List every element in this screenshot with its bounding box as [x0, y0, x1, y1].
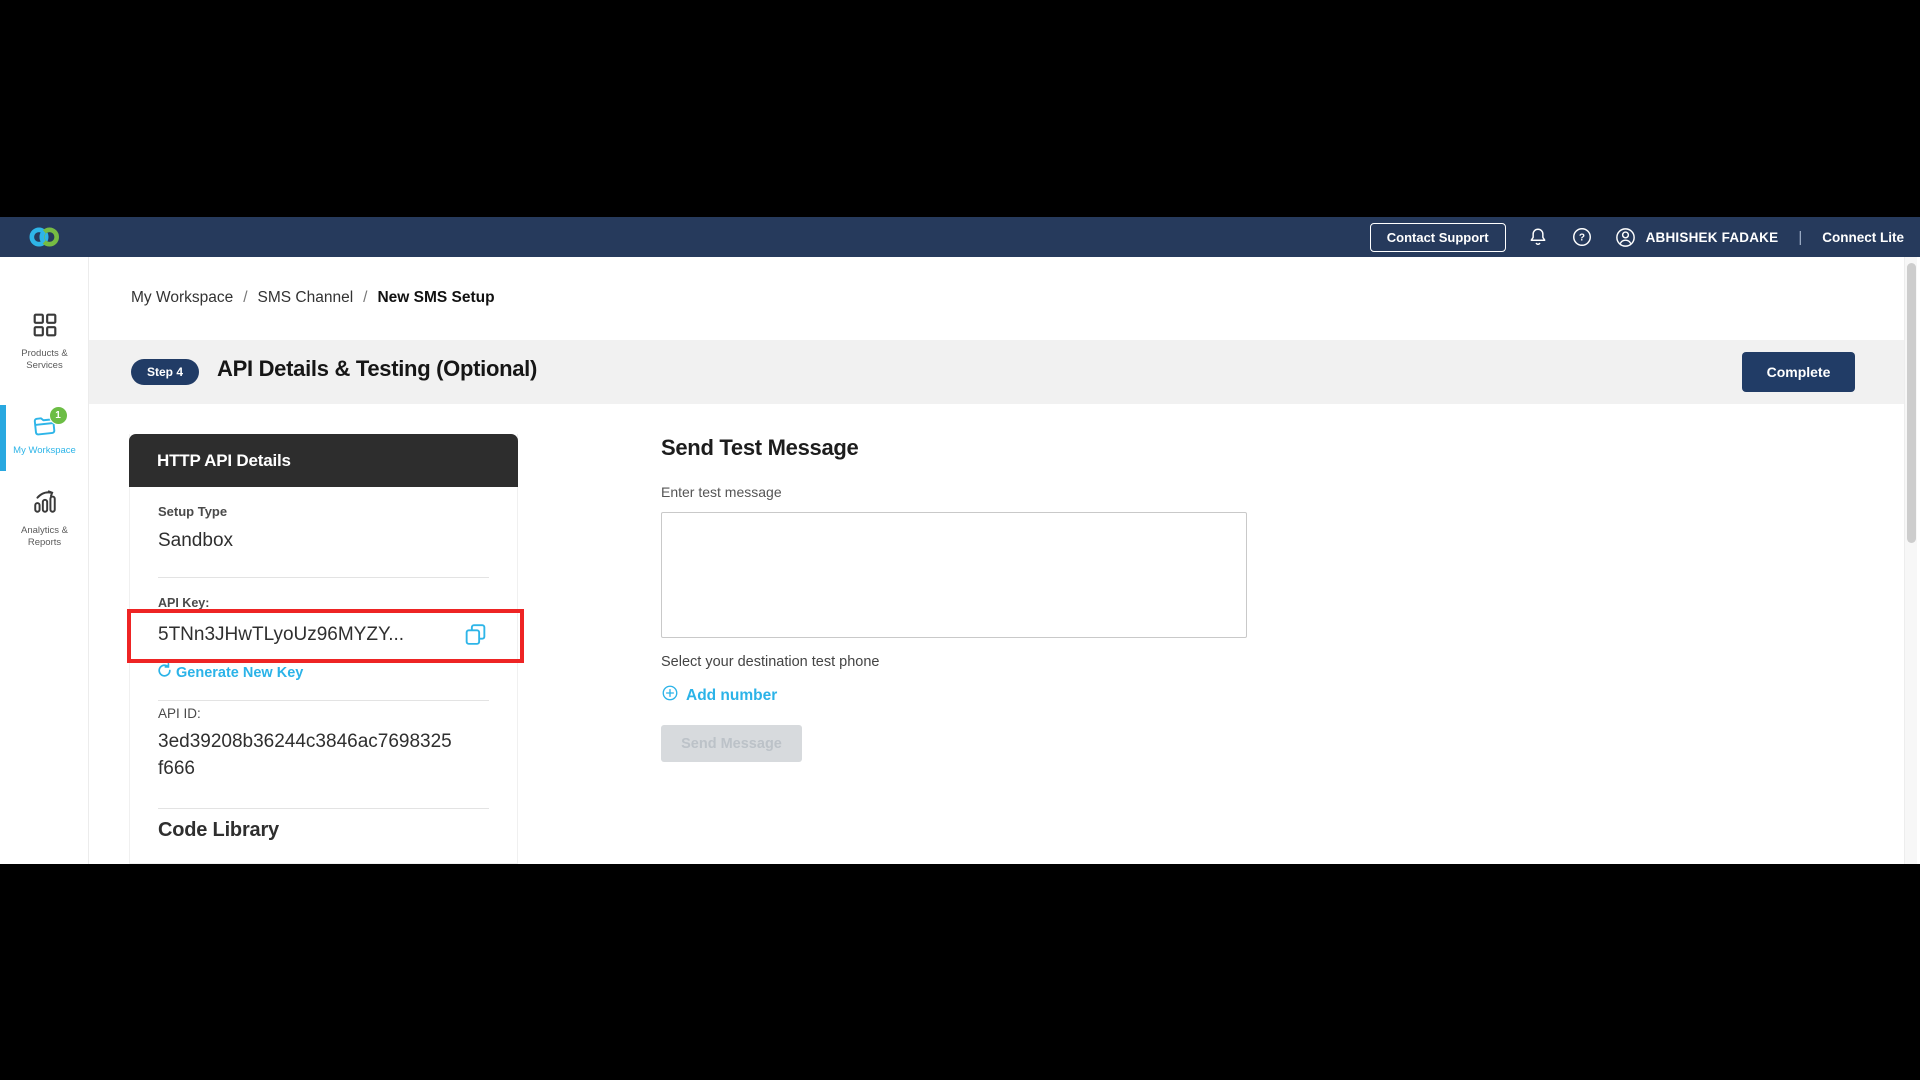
user-avatar-icon [1614, 225, 1638, 249]
breadcrumb-separator: / [243, 289, 247, 307]
sidebar-item-label: Products & Services [8, 348, 82, 372]
code-library-heading: Code Library [158, 819, 279, 842]
destination-phone-label: Select your destination test phone [661, 654, 879, 670]
http-api-details-panel: HTTP API Details Setup Type Sandbox API … [129, 434, 518, 864]
help-icon[interactable]: ? [1570, 225, 1594, 249]
vertical-scrollbar[interactable] [1904, 257, 1917, 864]
page-title: API Details & Testing (Optional) [217, 356, 537, 382]
setup-type-value: Sandbox [158, 530, 233, 552]
workspace-count-badge: 1 [49, 406, 68, 425]
breadcrumb-separator: / [363, 289, 367, 307]
setup-type-label: Setup Type [158, 504, 227, 519]
sidebar-item-products-services[interactable]: Products & Services [0, 312, 89, 372]
left-sidebar: Products & Services 1 My Workspace [0, 257, 89, 864]
generate-new-key-link[interactable]: Generate New Key [156, 662, 303, 684]
plus-circle-icon [661, 684, 679, 707]
panel-title: HTTP API Details [157, 451, 291, 471]
complete-button[interactable]: Complete [1742, 352, 1855, 392]
divider [158, 808, 489, 809]
contact-support-button[interactable]: Contact Support [1370, 223, 1506, 252]
sidebar-item-label: My Workspace [8, 445, 82, 457]
bar-chart-icon [32, 489, 58, 520]
app-window: Contact Support ? [0, 217, 1920, 864]
refresh-icon [156, 662, 173, 684]
breadcrumb-my-workspace[interactable]: My Workspace [131, 289, 233, 307]
test-message-input[interactable] [661, 512, 1247, 638]
api-key-value: 5TNn3JHwTLyoUz96MYZY... [158, 624, 404, 646]
breadcrumb-sms-channel[interactable]: SMS Channel [258, 289, 354, 307]
generate-new-key-label: Generate New Key [176, 665, 303, 681]
scrollbar-thumb[interactable] [1907, 263, 1916, 543]
test-message-label: Enter test message [661, 484, 782, 500]
breadcrumb: My Workspace / SMS Channel / New SMS Set… [131, 289, 495, 307]
grid-icon [32, 312, 58, 343]
api-key-label: API Key: [158, 596, 209, 610]
add-number-label: Add number [686, 687, 777, 705]
brand-logo-icon[interactable] [26, 225, 62, 249]
api-id-label: API ID: [158, 706, 201, 721]
top-navbar: Contact Support ? [0, 217, 1920, 257]
add-number-link[interactable]: Add number [661, 684, 777, 707]
user-name: ABHISHEK FADAKE [1646, 230, 1779, 245]
navbar-divider: | [1798, 229, 1802, 246]
api-key-row: 5TNn3JHwTLyoUz96MYZY... [158, 622, 488, 647]
svg-text:?: ? [1578, 233, 1584, 244]
panel-header: HTTP API Details [129, 434, 518, 487]
sidebar-item-label: Analytics & Reports [8, 525, 82, 549]
step-banner: Step 4 API Details & Testing (Optional) … [89, 340, 1905, 404]
divider [158, 577, 489, 578]
send-test-message-title: Send Test Message [661, 435, 858, 461]
user-account[interactable]: ABHISHEK FADAKE [1614, 225, 1779, 249]
notification-bell-icon[interactable] [1526, 225, 1550, 249]
product-name: Connect Lite [1822, 230, 1904, 245]
copy-api-key-icon[interactable] [463, 622, 488, 647]
divider [158, 700, 489, 701]
folder-icon [31, 425, 59, 442]
sidebar-item-analytics-reports[interactable]: Analytics & Reports [0, 489, 89, 549]
breadcrumb-current-page: New SMS Setup [377, 289, 494, 307]
api-id-value: 3ed39208b36244c3846ac7698325f666 [158, 728, 453, 782]
send-message-button[interactable]: Send Message [661, 725, 802, 762]
sidebar-item-my-workspace[interactable]: 1 My Workspace [0, 412, 89, 457]
step-badge: Step 4 [131, 359, 199, 385]
